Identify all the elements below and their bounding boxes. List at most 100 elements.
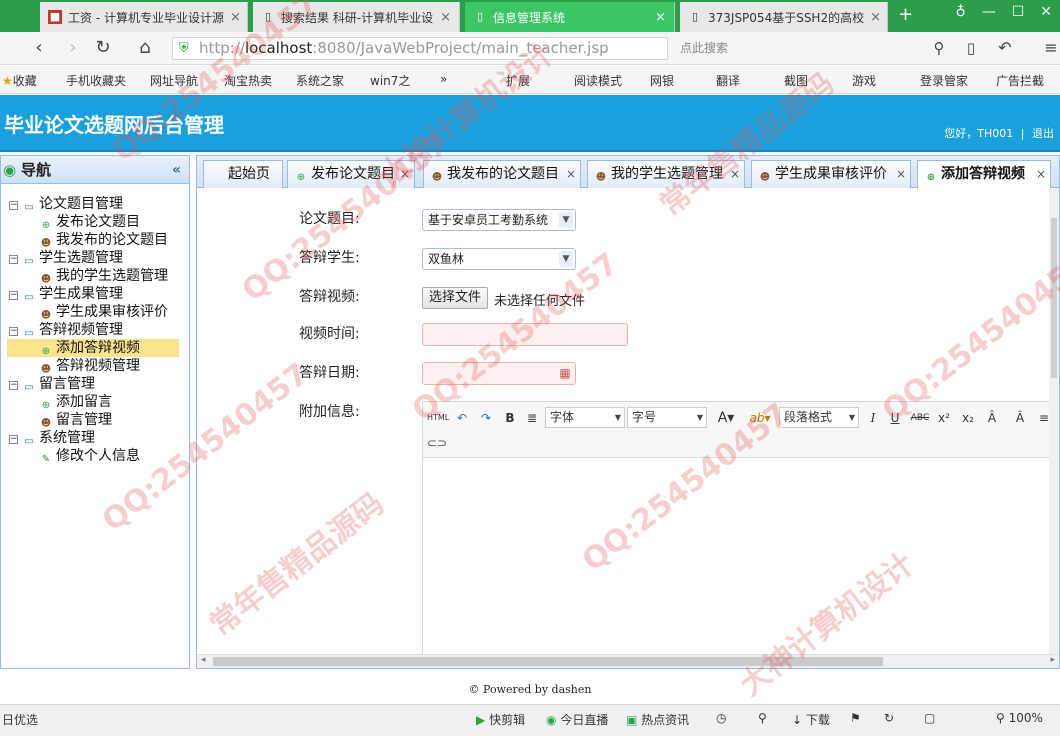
flag-icon[interactable]: ⚑	[850, 711, 861, 725]
tree-group-system[interactable]: − ▭ 系统管理	[9, 429, 95, 447]
underline-button[interactable]: U	[887, 408, 903, 428]
phone-icon[interactable]: ▯	[960, 37, 982, 59]
tab-home[interactable]: 起始页	[203, 160, 283, 188]
tab-my-topics[interactable]: ☻ 我发布的论文题目 ×	[423, 160, 581, 188]
extensions-button[interactable]: 扩展	[506, 72, 530, 89]
news-button[interactable]: ▣ 热点资讯	[626, 711, 689, 728]
adblock-button[interactable]: 广告拦截	[996, 72, 1044, 89]
rich-text-editor[interactable]: HTML ↶ ↷ B ≣ 字体 ▼ 字号 ▼ A▾ ab▾ 段落格式 ▼ I U AB…	[422, 401, 1059, 661]
close-icon[interactable]: ×	[896, 161, 906, 187]
live-button[interactable]: ◉ 今日直播	[546, 711, 608, 728]
close-icon[interactable]: ×	[400, 161, 410, 187]
zoom-control[interactable]: ⚲ 100%	[996, 711, 1043, 725]
collapse-node-icon[interactable]: −	[9, 255, 18, 264]
refresh-icon[interactable]: ↻	[884, 711, 894, 725]
close-icon[interactable]: ×	[224, 10, 241, 25]
tab-student-selection[interactable]: ☻ 我的学生选题管理 ×	[587, 160, 745, 188]
tree-item-results-review[interactable]: ☻ 学生成果审核评价	[39, 303, 168, 321]
choose-file-button[interactable]: 选择文件	[422, 287, 489, 309]
search-input[interactable]: 点此搜索	[672, 37, 952, 60]
tree-item-message-manage[interactable]: ☻ 留言管理	[39, 411, 112, 429]
collapse-node-icon[interactable]: −	[9, 201, 18, 210]
tree-item-add-video[interactable]: ⊕ 添加答辩视频	[7, 339, 179, 357]
italic-button[interactable]: I	[865, 408, 881, 428]
tree-item-publish-topic[interactable]: ⊕ 发布论文题目	[39, 213, 140, 231]
editor-body[interactable]	[423, 459, 1059, 660]
window-icon[interactable]: ▢	[924, 711, 935, 725]
close-icon[interactable]: ×	[730, 161, 740, 187]
new-tab-button[interactable]: +	[898, 4, 913, 25]
tree-group-selection[interactable]: − ▭ 学生选题管理	[9, 249, 123, 267]
collapse-node-icon[interactable]: −	[9, 291, 18, 300]
calendar-icon[interactable]: ▦	[557, 365, 573, 381]
strikethrough-button[interactable]: ABC	[909, 408, 931, 428]
browser-tab[interactable]: ▯ 373JSP054基于SSH2的高校 ×	[680, 2, 888, 32]
tree-group-results[interactable]: − ▭ 学生成果管理	[9, 285, 123, 303]
bookmark[interactable]: 网址导航	[150, 72, 198, 89]
bookmark[interactable]: 系统之家	[296, 72, 344, 89]
close-icon[interactable]: ×	[864, 10, 881, 25]
minimize-icon[interactable]: —	[982, 4, 996, 20]
close-icon[interactable]: ×	[566, 161, 576, 187]
redo-icon[interactable]: ↷	[477, 408, 495, 428]
games-button[interactable]: 游戏	[852, 72, 876, 89]
font-size-select[interactable]: 字号 ▼	[627, 407, 707, 428]
bold-button[interactable]: B	[501, 408, 519, 428]
html-source-button[interactable]: HTML	[427, 408, 449, 428]
video-time-input[interactable]	[422, 323, 628, 346]
translate-button[interactable]: 翻译	[716, 72, 740, 89]
scroll-thumb[interactable]	[213, 657, 883, 666]
history-icon[interactable]: ◷	[716, 711, 726, 725]
reading-mode-button[interactable]: 阅读模式	[574, 72, 622, 89]
undo-icon[interactable]: ↶	[994, 37, 1016, 59]
pin-icon[interactable]: ⚲	[758, 711, 767, 725]
browser-tab[interactable]: ▯ 搜索结果 科研-计算机毕业设 ×	[253, 2, 460, 32]
scroll-thumb[interactable]	[1051, 218, 1057, 378]
format-icon[interactable]: ≣	[523, 408, 541, 428]
collapse-node-icon[interactable]: −	[9, 435, 18, 444]
close-icon[interactable]: ×	[649, 10, 666, 25]
format-brush-icon[interactable]: Â	[1011, 408, 1029, 428]
collapse-icon[interactable]: «	[172, 156, 181, 184]
close-icon[interactable]: ×	[1036, 161, 1046, 187]
close-icon[interactable]: ×	[434, 10, 451, 25]
link-icon[interactable]: ⊂⊃	[427, 433, 447, 453]
menu-icon[interactable]: ≡	[1040, 37, 1060, 59]
clear-format-icon[interactable]: Â	[983, 408, 1001, 428]
maximize-icon[interactable]: ☐	[1012, 4, 1025, 20]
vertical-scrollbar[interactable]	[1049, 188, 1059, 654]
tab-publish-topic[interactable]: ⊕ 发布论文题目 ×	[287, 160, 415, 188]
defense-date-input[interactable]: ▦	[422, 362, 576, 385]
paragraph-select[interactable]: 段落格式 ▼	[779, 407, 859, 428]
bookmark[interactable]: 淘宝热卖	[224, 72, 272, 89]
tree-item-my-topics[interactable]: ☻ 我发布的论文题目	[39, 231, 168, 249]
tree-item-student-selection[interactable]: ☻ 我的学生选题管理	[39, 267, 168, 285]
collapse-node-icon[interactable]: −	[9, 381, 18, 390]
reload-icon[interactable]: ↻	[92, 37, 114, 59]
skin-icon[interactable]: ♁	[955, 4, 965, 20]
browser-tab[interactable]: ■ 工资 - 计算机专业毕业设计源 ×	[40, 2, 248, 32]
tab-add-video[interactable]: ⊕ 添加答辩视频 ×	[917, 160, 1051, 189]
font-family-select[interactable]: 字体 ▼	[545, 407, 625, 428]
tab-results-review[interactable]: ☻ 学生成果审核评价 ×	[751, 160, 911, 188]
bookmark[interactable]: 手机收藏夹	[66, 72, 126, 89]
tree-group-video[interactable]: − ▭ 答辩视频管理	[9, 321, 123, 339]
tree-item-video-manage[interactable]: ☻ 答辩视频管理	[39, 357, 140, 375]
tree-item-edit-profile[interactable]: ✎ 修改个人信息	[39, 447, 140, 465]
more-bookmarks[interactable]: »	[440, 72, 447, 86]
font-color-icon[interactable]: A▾	[713, 408, 739, 428]
back-icon[interactable]: ‹	[28, 37, 50, 59]
screenshot-button[interactable]: 截图	[784, 72, 808, 89]
download-button[interactable]: ↓ 下载	[792, 711, 830, 728]
tree-group-topic[interactable]: − ▭ 论文题目管理	[9, 195, 123, 213]
bank-button[interactable]: 网银	[650, 72, 674, 89]
scroll-left-icon[interactable]: ◂	[201, 655, 206, 665]
subscript-icon[interactable]: x₂	[959, 408, 977, 428]
logout-link[interactable]: 退出	[1032, 127, 1054, 140]
bookmark[interactable]: ★收藏	[2, 72, 37, 89]
highlight-icon[interactable]: ab▾	[745, 408, 775, 428]
forward-icon[interactable]: ›	[62, 37, 84, 59]
title-select[interactable]: 基于安卓员工考勤系统 ▼	[422, 209, 576, 231]
search-icon[interactable]: ⚲	[928, 37, 950, 59]
url-input[interactable]: ⛨ http://localhost:8080/JavaWebProject/m…	[172, 37, 668, 60]
